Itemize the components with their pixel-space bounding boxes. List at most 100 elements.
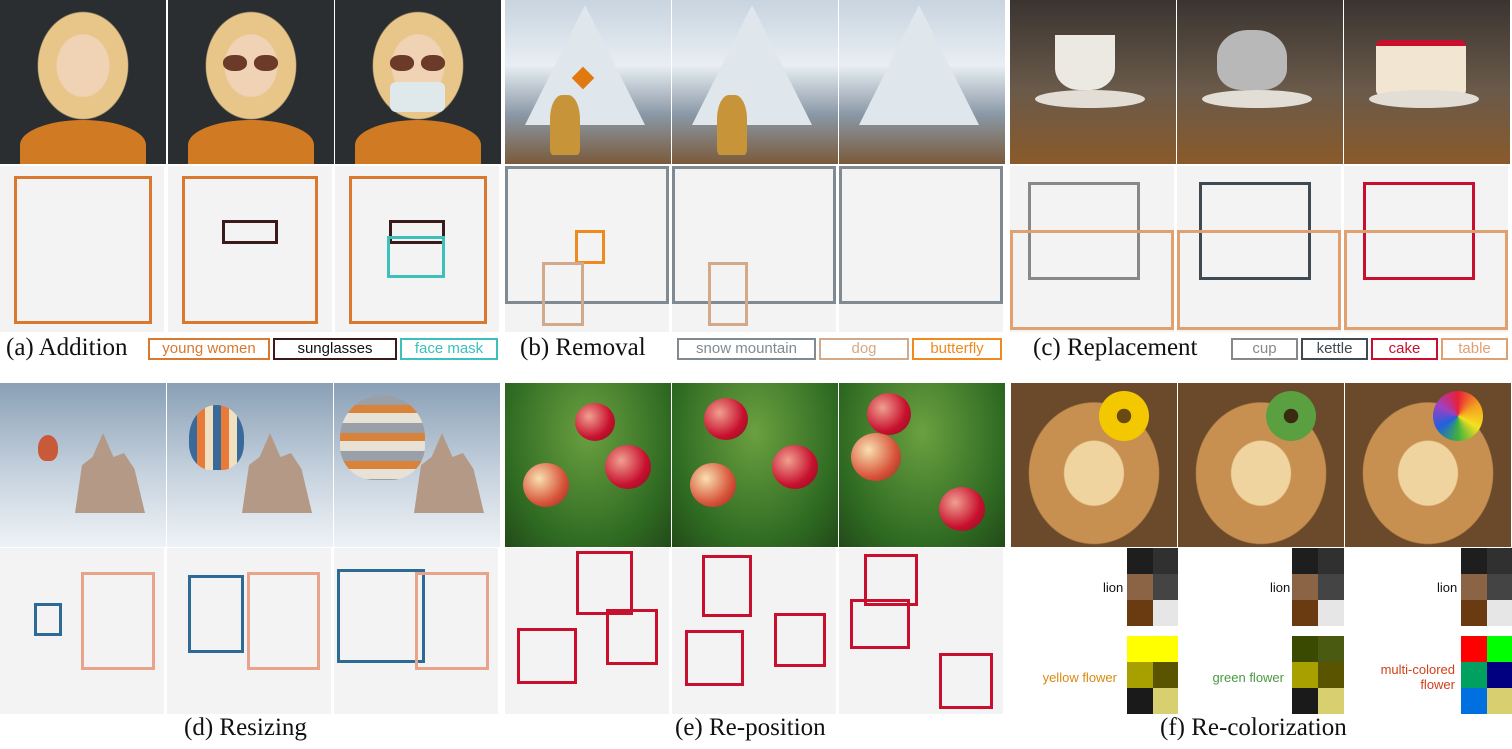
caption-reposition: (e) Re-position	[675, 714, 826, 741]
lion-swatch	[1318, 600, 1344, 626]
balloon-box	[34, 603, 62, 636]
recolor-layout-2: lion green flower	[1178, 548, 1344, 714]
resizing-layout-2	[167, 548, 331, 714]
addition-layout-3	[335, 166, 499, 332]
balloon-box	[337, 569, 425, 663]
flower-swatch	[1153, 662, 1179, 688]
caption-addition: (a) Addition	[6, 334, 128, 361]
apples-image-3	[839, 383, 1005, 547]
lion-swatch	[1461, 600, 1487, 626]
lion-image-3	[1345, 383, 1511, 547]
lion-swatch	[1153, 600, 1179, 626]
tag-sunglasses: sunglasses	[273, 338, 397, 360]
tag-butterfly: butterfly	[912, 338, 1002, 360]
flower-swatch	[1127, 662, 1153, 688]
lion-swatch	[1461, 574, 1487, 600]
dog-box	[708, 262, 748, 326]
lion-image-1	[1011, 383, 1177, 547]
caption-recolorization: (f) Re-colorization	[1160, 714, 1347, 741]
lion-swatch	[1318, 574, 1344, 600]
flower-swatch	[1318, 636, 1344, 662]
kettle-image	[1177, 0, 1343, 164]
recolor-layout-1: lion yellow flower	[1011, 548, 1179, 714]
castle-image-3	[334, 383, 500, 547]
reposition-layout-1	[505, 548, 669, 714]
flower-swatch	[1487, 662, 1512, 688]
lion-swatch	[1153, 548, 1179, 574]
woman-image-1	[0, 0, 166, 164]
mountain-image-3	[839, 0, 1005, 164]
castle-box	[81, 572, 155, 670]
reposition-layout-2	[672, 548, 836, 714]
young-women-box	[14, 176, 152, 324]
dog-box	[542, 262, 584, 326]
resizing-layout-3	[334, 548, 498, 714]
lion-swatch	[1292, 600, 1318, 626]
table-box	[1177, 230, 1341, 330]
lion-swatch	[1318, 548, 1344, 574]
replacement-layout-3	[1344, 166, 1508, 332]
lion-swatch	[1487, 600, 1512, 626]
recolor-layout-3: lion multi-colored flower	[1345, 548, 1512, 714]
lion-label: lion	[1103, 580, 1124, 595]
flower-swatch	[1153, 688, 1179, 714]
multi-colored-flower-label: multi-colored flower	[1380, 662, 1455, 692]
lion-swatch	[1153, 574, 1179, 600]
tag-face-mask: face mask	[400, 338, 498, 360]
removal-layout-1	[505, 166, 669, 332]
apple-box	[774, 613, 826, 667]
apples-image-1	[505, 383, 671, 547]
reposition-layout-3	[839, 548, 1003, 714]
green-flower-label: green flower	[1212, 670, 1284, 685]
removal-layout-3	[839, 166, 1003, 332]
lion-swatch	[1487, 574, 1512, 600]
replacement-layout-1	[1010, 166, 1174, 332]
mountain-image-2	[672, 0, 838, 164]
tag-cake: cake	[1371, 338, 1438, 360]
castle-image-1	[0, 383, 166, 547]
tag-young-women: young women	[148, 338, 270, 360]
lion-label: lion	[1270, 580, 1291, 595]
young-women-box	[182, 176, 318, 324]
mountain-image-1	[505, 0, 671, 164]
lion-swatch	[1487, 548, 1512, 574]
flower-swatch	[1461, 662, 1487, 688]
apple-box	[576, 551, 633, 615]
tag-dog: dog	[819, 338, 909, 360]
lion-label: lion	[1437, 580, 1458, 595]
lion-swatch	[1127, 574, 1153, 600]
removal-layout-2	[672, 166, 836, 332]
apple-box	[606, 609, 658, 665]
balloon-box	[188, 575, 244, 653]
flower-swatch	[1318, 688, 1344, 714]
flower-swatch	[1292, 662, 1318, 688]
cake-image	[1344, 0, 1510, 164]
tag-cup: cup	[1231, 338, 1298, 360]
flower-swatch	[1292, 688, 1318, 714]
table-box	[1344, 230, 1508, 330]
castle-image-2	[167, 383, 333, 547]
addition-layout-1	[0, 166, 164, 332]
flower-swatch	[1292, 636, 1318, 662]
snow-mountain-box	[672, 166, 836, 304]
flower-swatch	[1461, 636, 1487, 662]
lion-swatch	[1127, 548, 1153, 574]
lion-image-2	[1178, 383, 1344, 547]
face-mask-box	[387, 236, 445, 278]
flower-swatch	[1127, 688, 1153, 714]
lion-swatch	[1292, 574, 1318, 600]
woman-image-3	[335, 0, 501, 164]
apple-box	[685, 630, 744, 686]
flower-swatch	[1127, 636, 1179, 662]
replacement-layout-2	[1177, 166, 1341, 332]
tag-kettle: kettle	[1301, 338, 1368, 360]
apple-box	[702, 555, 752, 617]
apple-box	[517, 628, 577, 684]
resizing-layout-1	[0, 548, 164, 714]
butterfly-box	[575, 230, 605, 264]
woman-image-2	[168, 0, 334, 164]
table-box	[1010, 230, 1174, 330]
caption-replacement: (c) Replacement	[1033, 334, 1198, 361]
lion-swatch	[1127, 600, 1153, 626]
flower-swatch	[1318, 662, 1344, 688]
